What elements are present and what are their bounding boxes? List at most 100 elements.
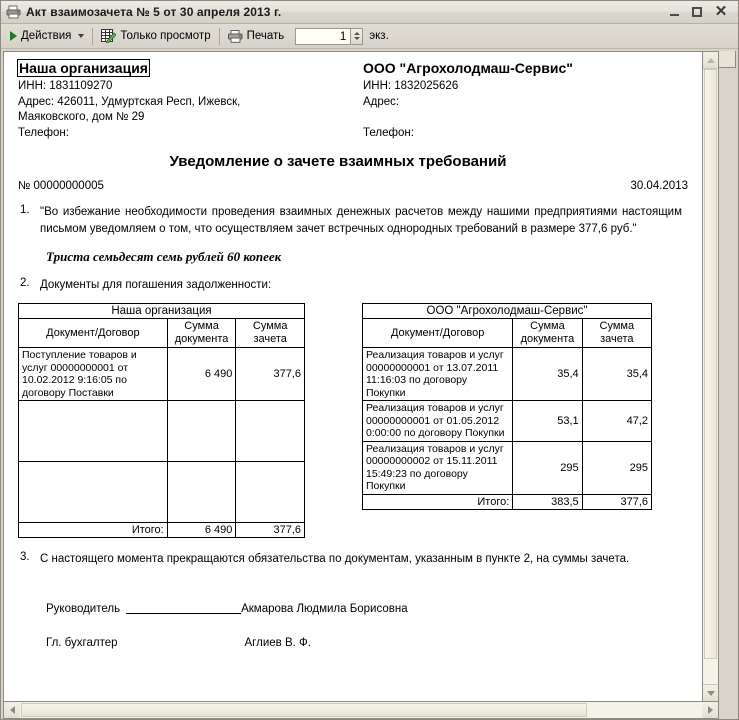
left-total-label: Итого: <box>18 522 168 538</box>
our-organization-inn: ИНН: 1831109270 <box>18 80 113 92</box>
actions-menu-button[interactable]: Действия <box>5 26 89 47</box>
copies-input[interactable]: 1 <box>295 27 351 45</box>
left-row-0-document: Поступление товаров и услуг 00000000001 … <box>18 347 168 401</box>
chevron-down-icon <box>78 34 85 38</box>
right-total-label: Итого: <box>361 493 514 510</box>
window-controls: ✕ <box>668 4 736 19</box>
clause-1: 1. "Во избежание необходимости проведени… <box>18 204 688 238</box>
left-row-1-sum-offset <box>235 400 305 462</box>
chevron-up-icon <box>706 57 715 63</box>
signature-row-director: Руководитель Акмарова Людмила Борисовна <box>46 602 688 615</box>
counterparty-name: ООО "Агрохолодмаш-Сервис" <box>363 60 573 76</box>
left-row-1-document <box>18 400 168 462</box>
table-row[interactable]: Поступление товаров и услуг 00000000001 … <box>18 347 305 401</box>
signature-role-director: Руководитель <box>46 603 121 615</box>
scroll-down-button[interactable] <box>703 684 718 701</box>
vertical-scrollbar[interactable] <box>702 51 719 702</box>
toolbar-separator-2 <box>218 27 220 45</box>
tables-gap <box>305 303 362 538</box>
horizontal-scroll-track[interactable] <box>20 702 702 718</box>
title-bar: Акт взаимозачета № 5 от 30 апреля 2013 г… <box>1 1 738 24</box>
document-window: Акт взаимозачета № 5 от 30 апреля 2013 г… <box>0 0 739 720</box>
copies-spin-buttons[interactable] <box>350 27 364 45</box>
print-label: Печать <box>246 30 285 42</box>
scroll-left-button[interactable] <box>4 702 20 718</box>
counterparty-table: ООО "Агрохолодмаш-Сервис" Документ/Догов… <box>361 303 653 510</box>
chevron-down-icon <box>706 690 715 696</box>
left-col-header-sum-document: Сумма документа <box>166 318 237 348</box>
document-page[interactable]: Наша организация ИНН: 1831109270 Адрес: … <box>3 51 702 702</box>
left-table-wrapper: Наша организация Документ/Договор Сумма … <box>18 303 305 538</box>
horizontal-scroll-thumb[interactable] <box>21 703 588 717</box>
right-total-sum-document: 383,5 <box>512 493 583 510</box>
right-row-2-document: Реализация товаров и услуг 00000000002 о… <box>361 440 514 495</box>
spinner-up-icon[interactable] <box>353 32 360 35</box>
left-total-sum-document: 6 490 <box>166 522 237 538</box>
right-total-sum-offset: 377,6 <box>581 493 653 510</box>
minimize-button[interactable] <box>668 5 682 19</box>
print-button[interactable]: Печать <box>223 26 290 47</box>
close-button[interactable]: ✕ <box>714 4 728 19</box>
right-row-1-sum-document: 53,1 <box>512 400 583 442</box>
our-organization-block: Наша организация ИНН: 1831109270 Адрес: … <box>17 59 353 141</box>
counterparty-phone: Телефон: <box>363 126 414 139</box>
printer-icon <box>227 29 243 43</box>
toolbar: Действия Только просмотр Печать 1 экз. <box>1 24 738 49</box>
right-col-header-sum-document: Сумма документа <box>512 318 583 348</box>
right-table-caption: ООО "Агрохолодмаш-Сервис" <box>362 303 652 319</box>
table-row[interactable] <box>18 461 305 523</box>
toolbar-separator-1 <box>92 27 94 45</box>
signature-line-accountant <box>124 637 239 648</box>
counterparty-address: Адрес: <box>363 95 400 108</box>
vertical-scroll-track[interactable] <box>703 69 718 684</box>
horizontal-scrollbar[interactable] <box>3 702 719 719</box>
document-date: 30.04.2013 <box>630 180 688 192</box>
document-number-row: № 00000000005 30.04.2013 <box>18 180 688 192</box>
preview-pencil-icon <box>101 29 117 44</box>
counterparty-address-spacer <box>363 110 688 126</box>
signature-name-accountant: Аглиев В. Ф. <box>244 637 311 649</box>
table-row[interactable]: Реализация товаров и услуг 00000000001 о… <box>361 347 653 401</box>
amount-in-words: Триста семьдесят семь рублей 60 копеек <box>46 249 282 264</box>
table-header-row: Документ/Договор Сумма документа Сумма з… <box>361 318 653 348</box>
left-table-caption: Наша организация <box>18 303 305 319</box>
table-row[interactable]: Реализация товаров и услуг 00000000001 о… <box>361 400 653 442</box>
scrollbar-corner <box>719 51 736 68</box>
table-row[interactable] <box>18 400 305 462</box>
copies-unit-label: экз. <box>369 30 389 42</box>
right-row-1-document: Реализация товаров и услуг 00000000001 о… <box>361 400 514 442</box>
right-row-0-sum-offset: 35,4 <box>581 347 653 401</box>
right-row-2-sum-offset: 295 <box>581 440 653 495</box>
right-row-0-sum-document: 35,4 <box>512 347 583 401</box>
play-triangle-icon <box>10 31 17 41</box>
right-table-wrapper: ООО "Агрохолодмаш-Сервис" Документ/Догов… <box>361 303 653 538</box>
printer-document-icon <box>6 5 21 19</box>
counterparty-inn: ИНН: 1832025626 <box>363 80 459 92</box>
clause-2-text: Документы для погашения задолженности: <box>40 279 272 291</box>
our-organization-address-line1: Адрес: 426011, Удмуртская Респ, Ижевск, <box>18 95 241 108</box>
vertical-scroll-thumb[interactable] <box>704 69 717 660</box>
scroll-right-button[interactable] <box>702 702 718 718</box>
table-caption-row: ООО "Агрохолодмаш-Сервис" <box>362 303 652 319</box>
maximize-button[interactable] <box>691 5 705 19</box>
clause-3-number: 3. <box>20 551 30 563</box>
table-total-row: Итого: 6 490 377,6 <box>18 522 305 538</box>
right-col-header-document: Документ/Договор <box>361 318 514 348</box>
spinner-down-icon[interactable] <box>353 37 360 40</box>
document-title: Уведомление о зачете взаимных требований <box>169 153 507 170</box>
document-number: № 00000000005 <box>18 180 104 192</box>
document-area: Наша организация ИНН: 1831109270 Адрес: … <box>1 49 738 719</box>
counterparty-block: ООО "Агрохолодмаш-Сервис" ИНН: 183202562… <box>353 60 688 141</box>
scroll-up-button[interactable] <box>703 52 718 69</box>
clause-1-text: "Во избежание необходимости проведения в… <box>40 206 682 235</box>
table-row[interactable]: Реализация товаров и услуг 00000000002 о… <box>361 440 653 495</box>
clause-1-number: 1. <box>20 204 30 216</box>
table-total-row: Итого: 383,5 377,6 <box>361 493 653 510</box>
offset-tables: Наша организация Документ/Договор Сумма … <box>18 303 688 538</box>
clause-3-text: С настоящего момента прекращаются обязат… <box>40 553 630 565</box>
preview-only-button[interactable]: Только просмотр <box>96 26 215 47</box>
copies-stepper[interactable]: 1 <box>295 27 364 45</box>
right-row-0-document: Реализация товаров и услуг 00000000001 о… <box>361 347 514 401</box>
our-organization-name[interactable]: Наша организация <box>17 59 150 77</box>
clause-2-number: 2. <box>20 277 30 289</box>
